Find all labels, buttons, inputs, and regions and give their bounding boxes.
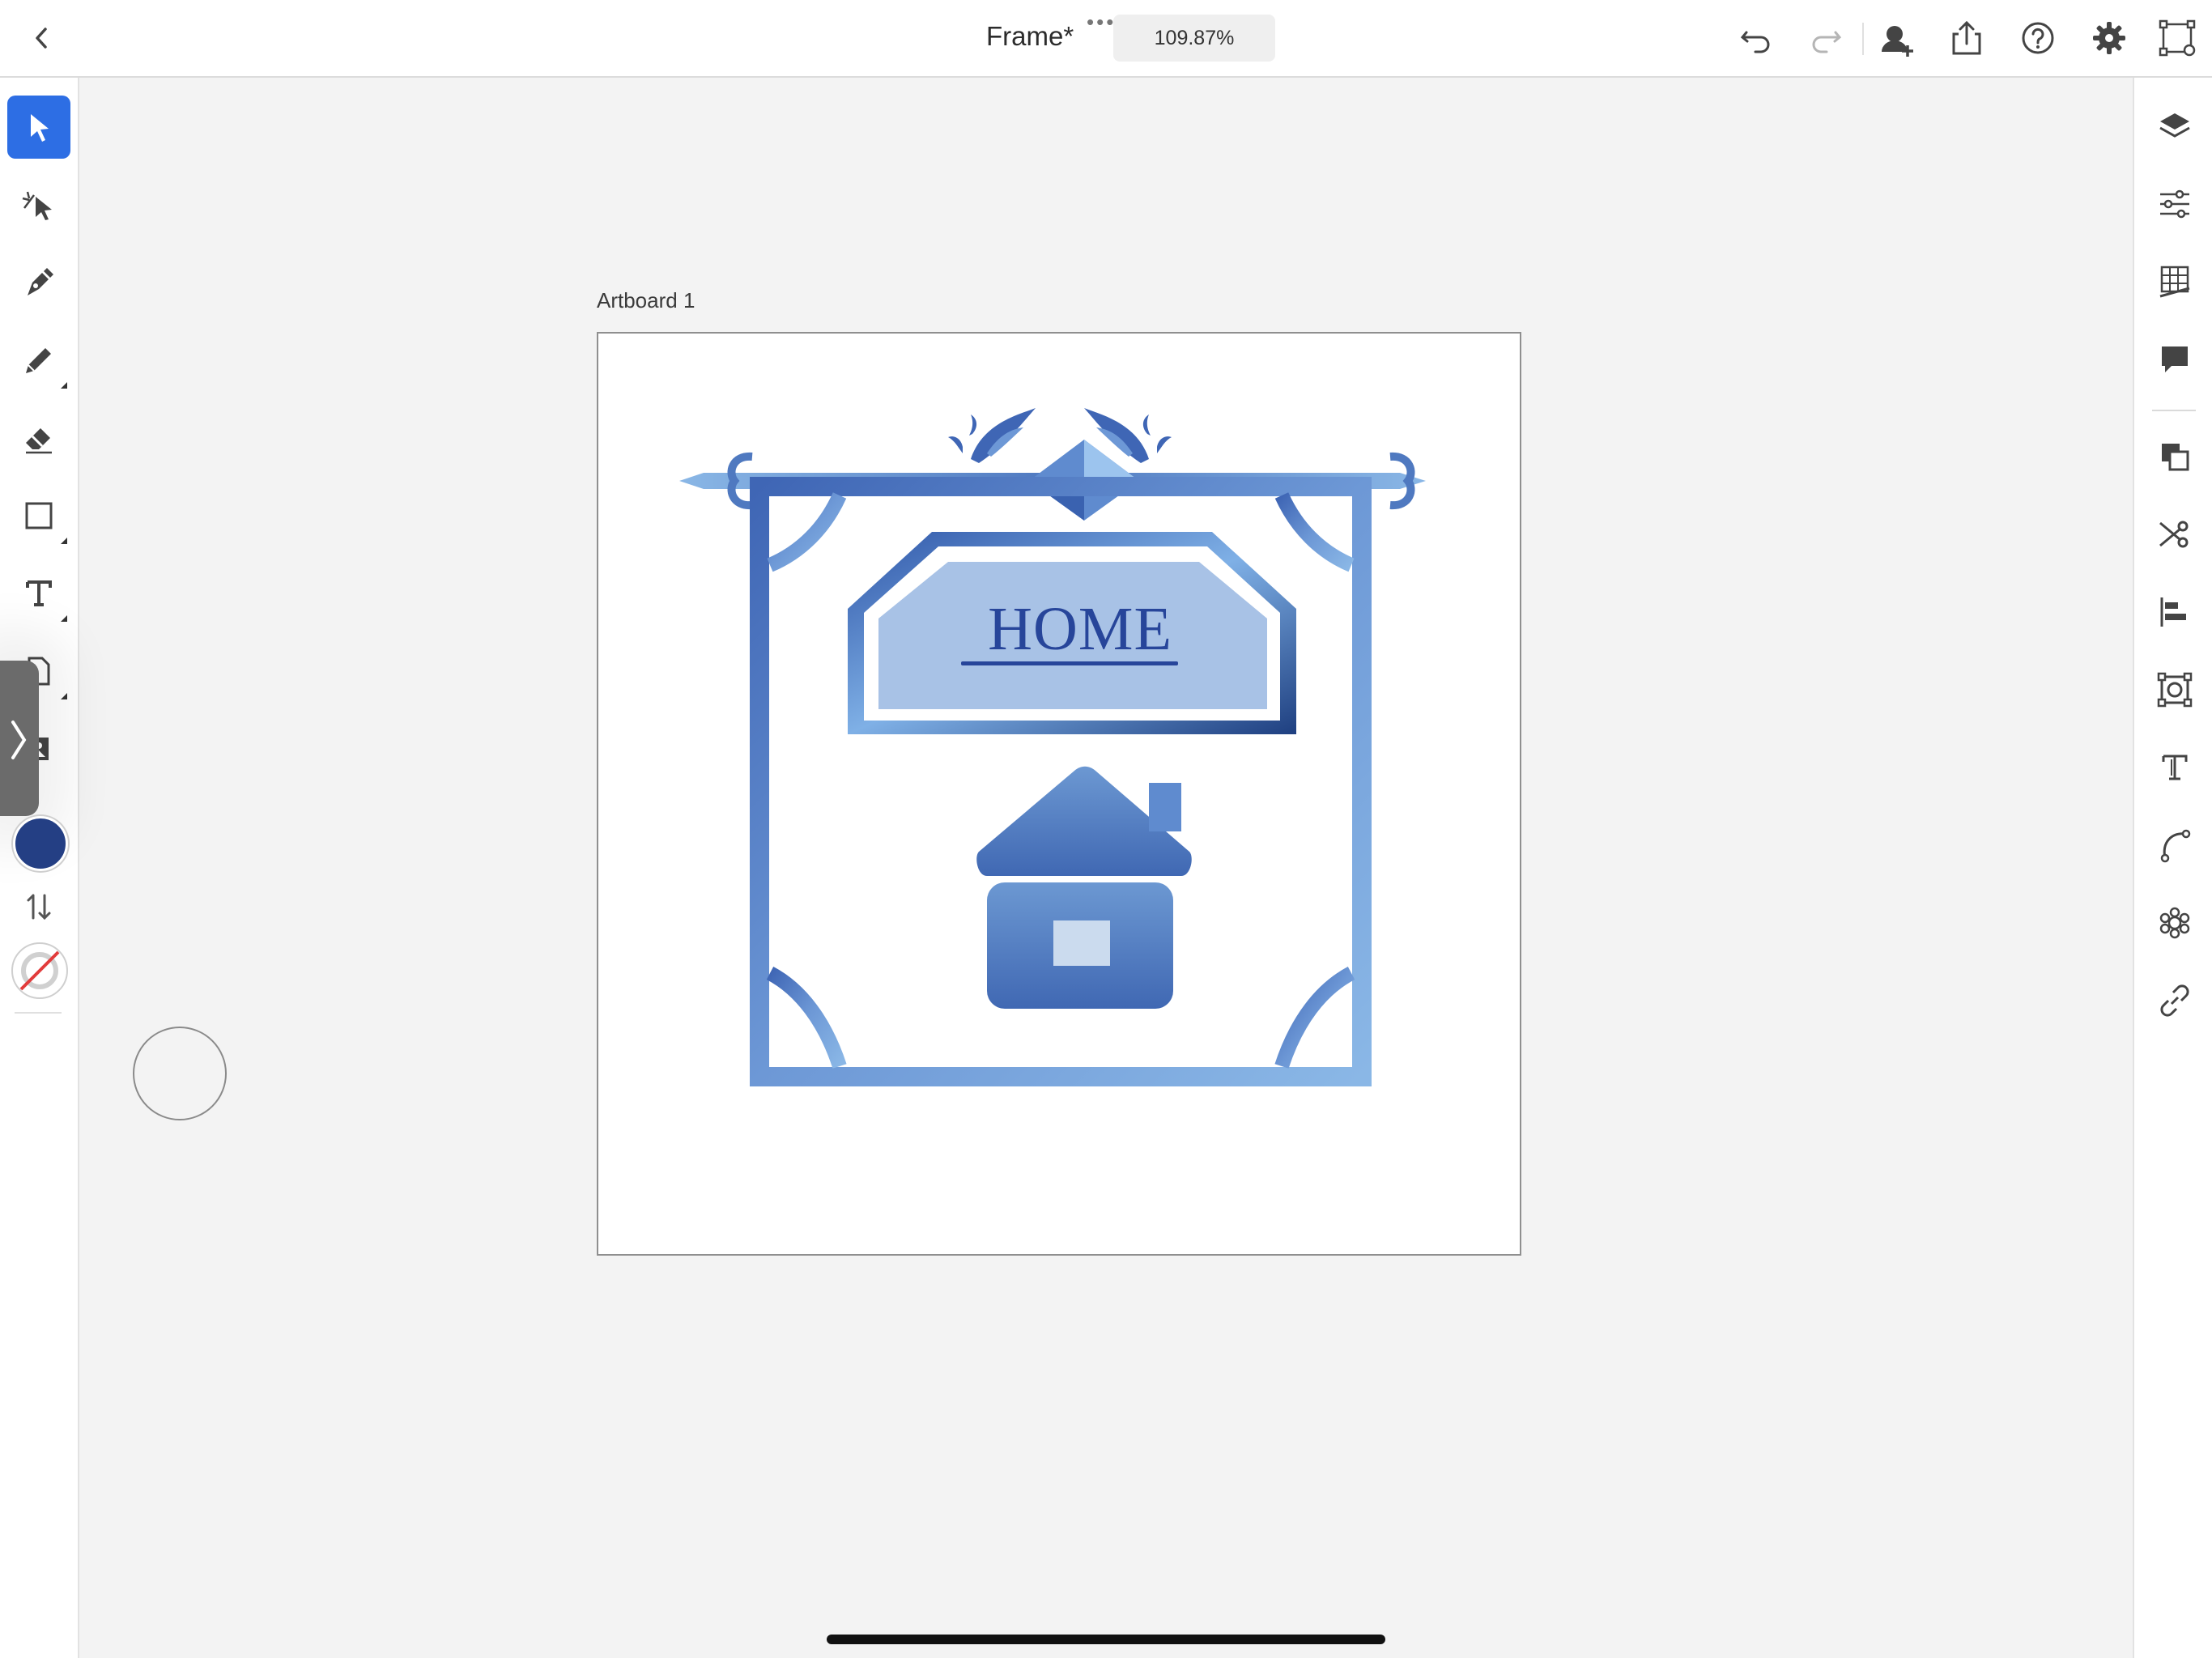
arrange-icon[interactable] <box>2155 437 2194 476</box>
more-options-icon[interactable]: ••• <box>1087 10 1116 35</box>
ornament-flourish <box>948 408 1172 463</box>
tool-options-indicator <box>61 615 67 622</box>
house-icon <box>976 766 1192 1009</box>
glyphs-icon[interactable] <box>2155 748 2194 787</box>
panel-divider <box>2152 410 2196 411</box>
back-chevron-icon[interactable] <box>23 18 63 58</box>
select-icon <box>31 114 49 142</box>
layers-icon[interactable] <box>2155 107 2194 146</box>
swap-fill-stroke-icon[interactable] <box>23 889 55 925</box>
no-stroke-icon <box>19 950 60 991</box>
help-icon[interactable] <box>2016 16 2060 60</box>
rectangle-icon <box>25 502 53 529</box>
pen-tool[interactable] <box>7 251 70 314</box>
tool-options-indicator <box>61 693 67 699</box>
select-tool[interactable] <box>7 96 70 159</box>
stroke-color-swatch[interactable] <box>11 942 68 999</box>
symbols-icon[interactable] <box>2155 903 2194 942</box>
fill-color-swatch[interactable] <box>13 816 68 871</box>
sign-text[interactable]: HOME <box>959 594 1202 665</box>
direct-select-tool[interactable] <box>7 173 70 236</box>
swatches-icon[interactable] <box>2155 262 2194 301</box>
text-tool[interactable] <box>7 562 70 625</box>
settings-icon[interactable] <box>2087 16 2131 60</box>
chevron-right-icon <box>11 721 27 759</box>
toolbar-divider <box>1862 23 1864 55</box>
artboard[interactable]: HOME <box>597 332 1521 1256</box>
eraser-icon <box>26 428 52 454</box>
expand-drawer-handle[interactable] <box>0 661 39 816</box>
pencil-tool[interactable] <box>7 329 70 392</box>
home-sign-artwork[interactable] <box>598 334 1523 1257</box>
document-title[interactable]: Frame* <box>986 21 1074 52</box>
comments-icon[interactable] <box>2155 340 2194 379</box>
properties-icon[interactable] <box>2155 185 2194 223</box>
tool-options-indicator <box>61 382 67 389</box>
redo-icon[interactable] <box>1804 16 1848 60</box>
rectangle-tool[interactable] <box>7 484 70 547</box>
path-operations-icon[interactable] <box>2155 515 2194 554</box>
links-icon[interactable] <box>2155 981 2194 1020</box>
repeat-grid-icon[interactable] <box>2155 670 2194 709</box>
undo-icon[interactable] <box>1734 16 1778 60</box>
path-icon[interactable] <box>2155 826 2194 865</box>
right-panel <box>2133 78 2212 1658</box>
top-bar: Frame* ••• 109.87% <box>0 0 2212 78</box>
tool-options-indicator <box>61 538 67 544</box>
sign-text-underline <box>961 661 1178 665</box>
artboard-label[interactable]: Artboard 1 <box>597 288 695 313</box>
share-icon[interactable] <box>1945 16 1989 60</box>
eraser-tool[interactable] <box>7 406 70 470</box>
invite-user-icon[interactable] <box>1875 16 1919 60</box>
direct-select-icon <box>22 191 52 220</box>
touch-shortcut-button[interactable] <box>133 1027 227 1120</box>
pen-icon <box>28 268 53 295</box>
pencil-icon <box>26 348 51 373</box>
tools-divider <box>15 1012 62 1014</box>
text-icon <box>26 580 52 606</box>
zoom-level[interactable]: 109.87% <box>1113 15 1275 62</box>
align-icon[interactable] <box>2155 593 2194 631</box>
home-indicator[interactable] <box>827 1635 1385 1644</box>
transform-icon[interactable] <box>2155 16 2199 60</box>
